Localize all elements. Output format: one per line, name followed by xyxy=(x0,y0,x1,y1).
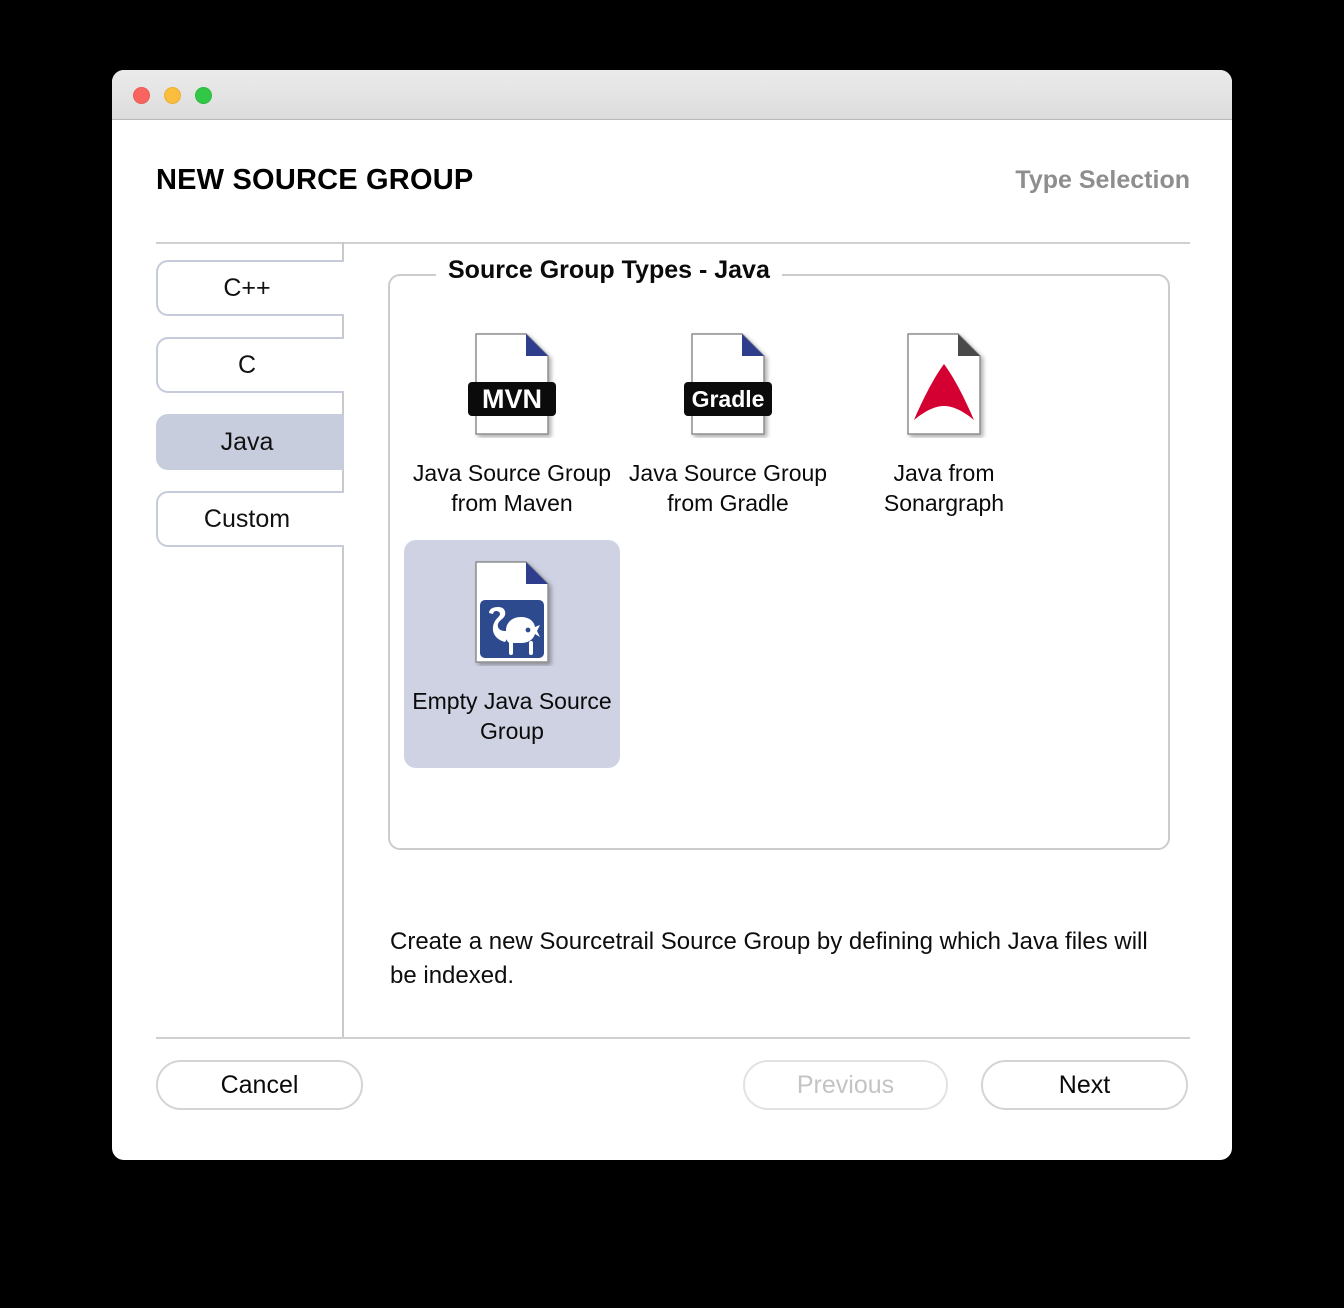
tile-label: Java Source Group from Gradle xyxy=(628,460,828,516)
sidebar-item-label: Java xyxy=(220,427,274,456)
cancel-button[interactable]: Cancel xyxy=(156,1060,363,1110)
next-button-label: Next xyxy=(1058,1070,1111,1099)
tile-java-from-sonargraph[interactable]: Java from Sonargraph xyxy=(836,312,1052,540)
sidebar-item-label: C++ xyxy=(223,273,271,302)
source-group-type-grid: MVN Java Source Group from Maven Gradle … xyxy=(404,312,1158,768)
tile-java-from-maven[interactable]: MVN Java Source Group from Maven xyxy=(404,312,620,540)
svg-text:Gradle: Gradle xyxy=(692,386,765,412)
header-subtitle: Type Selection xyxy=(1015,166,1190,194)
tile-label: Empty Java Source Group xyxy=(412,688,612,744)
header-divider xyxy=(156,242,1190,244)
tile-label: Java Source Group from Maven xyxy=(412,460,612,516)
language-sidebar: C++ C Java Custom xyxy=(156,260,344,620)
dialog-header: NEW SOURCE GROUP Type Selection xyxy=(112,120,1232,242)
sonargraph-document-icon xyxy=(898,330,990,438)
window-titlebar xyxy=(112,70,1232,120)
close-window-button[interactable] xyxy=(133,87,150,104)
source-group-types-title: Source Group Types - Java xyxy=(436,256,782,285)
maven-document-icon: MVN xyxy=(466,330,558,438)
sidebar-item-label: C xyxy=(237,350,257,379)
footer-divider xyxy=(156,1037,1190,1039)
svg-text:MVN: MVN xyxy=(482,384,542,414)
gradle-document-icon: Gradle xyxy=(682,330,774,438)
previous-button[interactable]: Previous xyxy=(743,1060,948,1110)
sidebar-item-c[interactable]: C xyxy=(156,337,344,393)
tile-java-from-gradle[interactable]: Gradle Java Source Group from Gradle xyxy=(620,312,836,540)
tile-empty-java-source-group[interactable]: Empty Java Source Group xyxy=(404,540,620,768)
java-document-icon xyxy=(466,558,558,666)
dialog-footer: Cancel Previous Next xyxy=(112,1060,1232,1140)
source-group-types-panel: Source Group Types - Java MVN Java Sourc… xyxy=(388,256,1170,850)
tile-row: MVN Java Source Group from Maven Gradle … xyxy=(404,312,1158,540)
new-source-group-window: NEW SOURCE GROUP Type Selection C++ C Ja… xyxy=(112,70,1232,1160)
minimize-window-button[interactable] xyxy=(164,87,181,104)
maximize-window-button[interactable] xyxy=(195,87,212,104)
tile-label: Java from Sonargraph xyxy=(883,460,1005,516)
sidebar-item-label: Custom xyxy=(203,504,291,533)
page-title: NEW SOURCE GROUP xyxy=(156,164,474,196)
next-button[interactable]: Next xyxy=(981,1060,1188,1110)
tile-row: Empty Java Source Group xyxy=(404,540,1158,768)
cancel-button-label: Cancel xyxy=(220,1070,299,1099)
description-text: Create a new Sourcetrail Source Group by… xyxy=(390,928,1148,989)
sidebar-item-java[interactable]: Java xyxy=(156,414,344,470)
sidebar-item-cpp[interactable]: C++ xyxy=(156,260,344,316)
previous-button-label: Previous xyxy=(796,1070,895,1099)
sidebar-item-custom[interactable]: Custom xyxy=(156,491,344,547)
